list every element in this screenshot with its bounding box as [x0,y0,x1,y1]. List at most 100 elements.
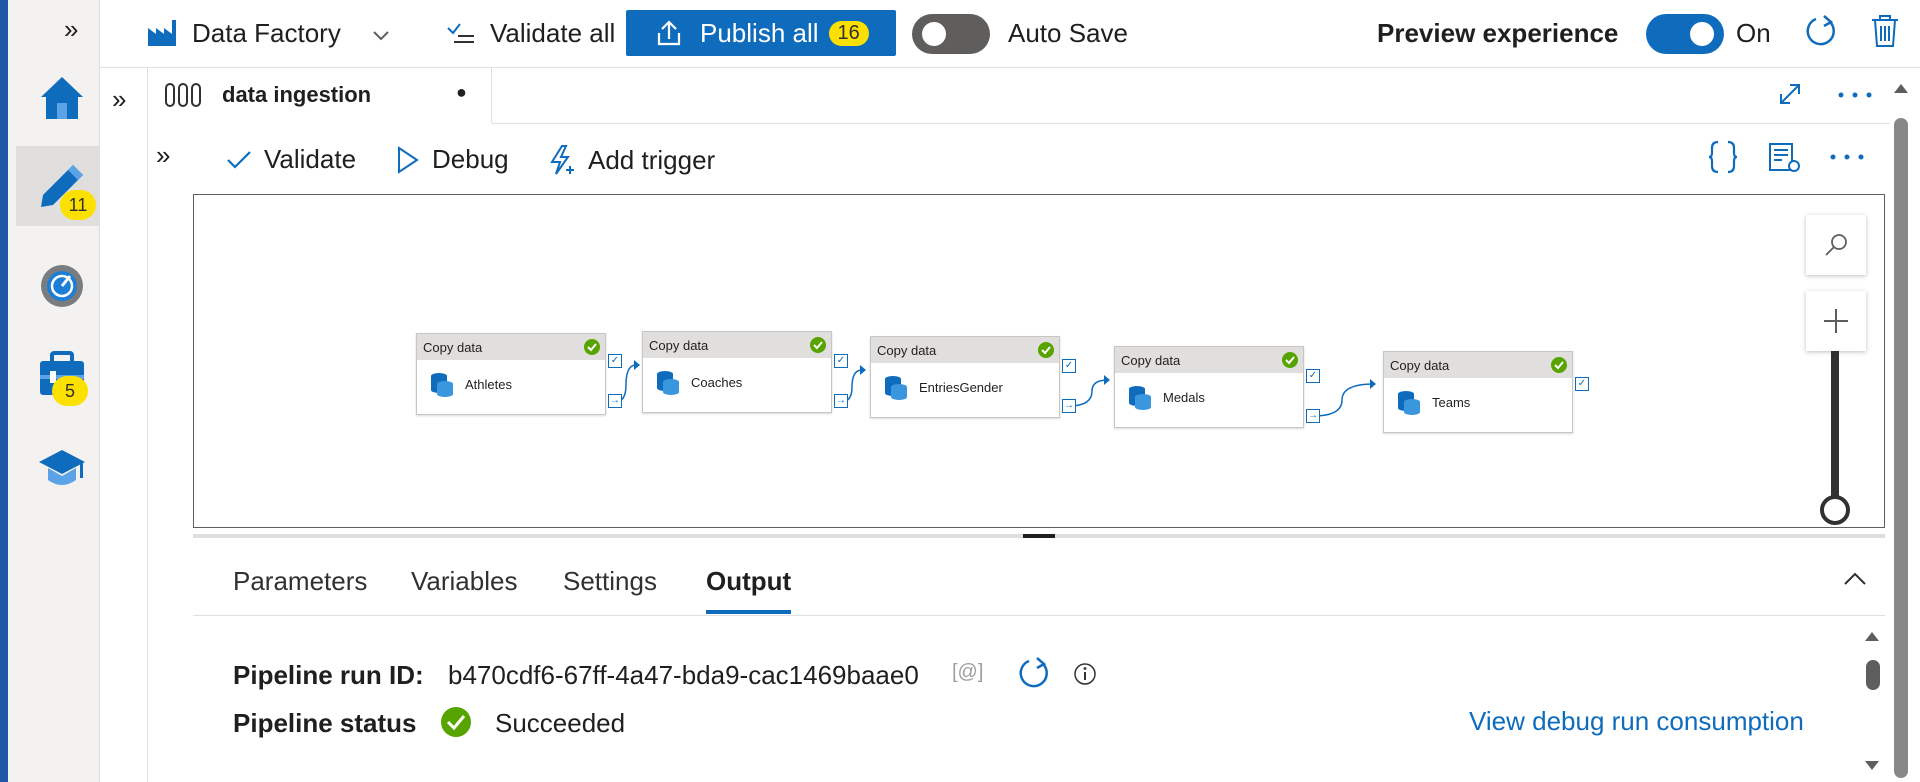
page-scroll-thumb[interactable] [1894,118,1908,778]
activity-athletes[interactable]: Copy data Athletes [416,333,606,415]
database-icon [1398,391,1420,415]
activity-name: Coaches [691,375,743,390]
monitor-button[interactable] [16,246,108,326]
tab-variables[interactable]: Variables [411,566,517,597]
activity-teams[interactable]: Copy data Teams [1383,351,1573,433]
success-port[interactable]: ✓ [834,354,848,368]
factory-name[interactable]: Data Factory [192,18,341,49]
unsaved-indicator: ● [456,82,467,102]
activity-type: Copy data [643,332,831,358]
pipeline-icon [165,83,201,107]
pipeline-run-id-value: b470cdf6-67ff-4a47-bda9-cac1469baae0 [448,660,919,690]
preview-state-label: On [1736,18,1771,48]
pipeline-run-id-label: Pipeline run ID: [233,660,424,690]
plus-icon [1824,309,1848,333]
toolbar-more-icon[interactable] [1830,154,1864,160]
page-scroll-up-icon[interactable] [1893,82,1909,94]
next-port[interactable]: → [834,394,848,408]
activity-name: EntriesGender [919,380,1003,395]
chevron-down-icon[interactable] [372,30,390,42]
bottom-panel-tabs: Parameters Variables Settings Output [193,548,1885,616]
activity-medals[interactable]: Copy data Medals [1114,346,1304,428]
factory-resources-collapsed: » [100,68,148,782]
autosave-toggle[interactable] [912,14,990,54]
search-icon [1825,234,1847,256]
splitter-grip[interactable] [1023,534,1055,538]
success-port[interactable]: ✓ [1062,359,1076,373]
rail-expand-icon[interactable]: » [64,14,78,45]
page-scrollbar[interactable] [1890,68,1920,782]
copy-run-id-icon[interactable]: [@] [952,661,983,684]
zoom-in-button[interactable] [1806,291,1866,351]
code-braces-icon[interactable] [1708,140,1738,174]
chevron-up-icon[interactable] [1843,572,1867,586]
discard-icon[interactable] [1870,14,1900,48]
publish-count-badge: 16 [828,20,869,46]
debug-button[interactable]: Debug [396,144,509,175]
next-port[interactable]: → [1062,399,1076,413]
activity-type: Copy data [1384,352,1572,378]
tab-output[interactable]: Output [706,566,792,614]
tab-data-ingestion[interactable]: data ingestion ● [148,68,492,124]
scroll-up-arrow-icon[interactable] [1864,630,1880,642]
database-icon [885,376,907,400]
expand-activities-icon[interactable]: » [156,140,170,171]
next-port[interactable]: → [608,394,622,408]
checkmark-icon [227,150,251,169]
database-icon [657,371,679,395]
author-badge: 11 [60,190,96,220]
activity-entriesgender[interactable]: Copy data EntriesGender [870,336,1060,418]
publish-all-label: Publish all [700,17,819,48]
home-button[interactable] [16,58,108,138]
canvas-search-button[interactable] [1806,215,1866,275]
author-button[interactable]: 11 [16,146,108,226]
play-icon [398,145,419,174]
maximize-icon[interactable] [1778,82,1802,106]
validate-button[interactable]: Validate [226,144,356,175]
publish-all-button[interactable]: Publish all 16 [626,10,896,56]
next-port[interactable]: → [1306,409,1320,423]
activity-coaches[interactable]: Copy data Coaches [642,331,832,413]
success-port[interactable]: ✓ [1306,369,1320,383]
success-icon [1282,352,1298,368]
validate-list-icon [447,23,474,43]
manage-button[interactable]: 5 [16,334,108,414]
success-port[interactable]: ✓ [608,354,622,368]
output-scroll-thumb[interactable] [1866,660,1880,690]
preview-experience-label: Preview experience [1377,18,1619,48]
pipeline-canvas[interactable]: Copy data Athletes ✓ → Copy data Coaches… [193,194,1885,528]
activity-type: Copy data [871,337,1059,363]
scroll-down-arrow-icon[interactable] [1864,760,1880,772]
success-icon [1038,342,1054,358]
refresh-icon[interactable] [1804,14,1838,48]
add-trigger-label: Add trigger [588,144,716,175]
autosave-toggle-knob [922,22,946,46]
success-icon [584,339,600,355]
properties-icon[interactable] [1768,142,1802,174]
zoom-slider-track[interactable] [1831,351,1839,511]
output-panel: Pipeline run ID: b470cdf6-67ff-4a47-bda9… [193,616,1885,782]
lightning-icon [550,145,574,175]
home-icon [41,77,83,119]
expand-resources-icon[interactable]: » [112,84,126,115]
tab-settings[interactable]: Settings [563,566,657,597]
preview-toggle-knob [1690,22,1714,46]
refresh-run-icon[interactable] [1017,656,1051,690]
info-icon[interactable] [1073,662,1097,686]
success-port[interactable]: ✓ [1575,377,1589,391]
add-trigger-button[interactable]: Add trigger [548,144,715,176]
preview-toggle[interactable] [1646,14,1724,54]
validate-all-button[interactable]: Validate all [446,14,615,54]
left-rail: 11 5 [0,0,108,782]
activity-type: Copy data [1115,347,1303,373]
pipeline-status-value: Succeeded [495,708,626,738]
factory-icon [148,20,176,46]
tab-more-icon[interactable] [1838,92,1872,98]
tab-parameters[interactable]: Parameters [233,566,367,597]
output-scrollbar[interactable] [1858,620,1886,782]
zoom-slider-thumb[interactable] [1820,495,1850,525]
success-icon [810,337,826,353]
view-debug-run-consumption-link[interactable]: View debug run consumption [1469,706,1804,737]
learning-button[interactable] [16,428,108,508]
pipeline-status-label: Pipeline status [233,708,417,738]
